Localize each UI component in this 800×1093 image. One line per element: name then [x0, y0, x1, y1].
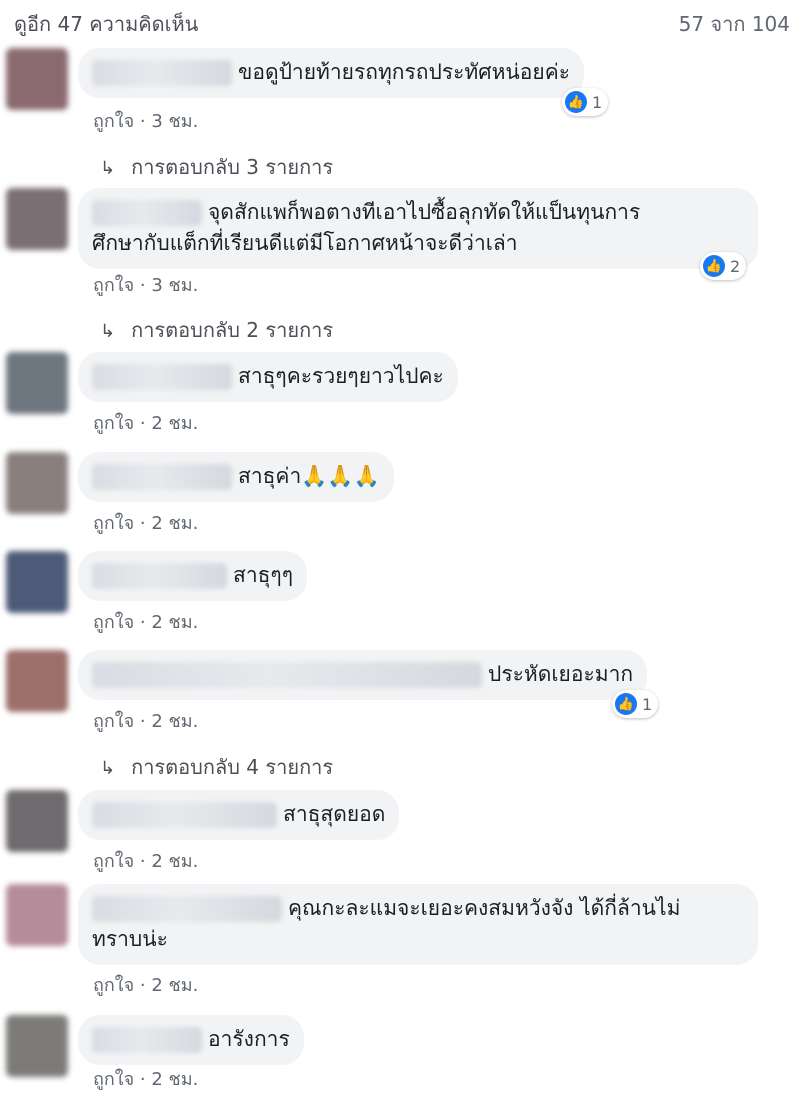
- like-thumb-icon: 👍: [615, 693, 637, 715]
- comment-text: ประหัดเยอะมาก: [488, 662, 634, 686]
- comment-bubble: ประหัดเยอะมาก: [78, 650, 648, 700]
- like-link[interactable]: ถูกใจ: [93, 513, 134, 534]
- comment-text-line1: จุดสักแพก็พอตางทีเอาไปซื้อลุกทัดให้แป็นท…: [208, 200, 641, 224]
- comment-bubble: สาธุๆคะรวยๆยาวไปคะ: [78, 352, 458, 402]
- timestamp[interactable]: 2 ชม.: [151, 1069, 198, 1090]
- timestamp[interactable]: 2 ชม.: [151, 975, 198, 996]
- comment-meta: ถูกใจ · 2 ชม.: [93, 975, 199, 996]
- avatar[interactable]: [6, 452, 68, 514]
- author-name-blurred[interactable]: [92, 802, 277, 828]
- comment-bubble: ขอดูป้ายท้ายรถทุกรถประทัศหน่อยค่ะ: [78, 48, 585, 98]
- avatar[interactable]: [6, 650, 68, 712]
- comment-text: สาธุค่า🙏🙏🙏: [238, 464, 380, 488]
- like-link[interactable]: ถูกใจ: [93, 275, 134, 296]
- comment-text: สาธุสุดยอด: [283, 802, 386, 826]
- reply-arrow-icon: ↳: [100, 758, 116, 779]
- view-more-comments-link[interactable]: ดูอีก 47 ความคิดเห็น: [14, 8, 198, 40]
- like-thumb-icon: 👍: [565, 91, 587, 113]
- comment-bubble: จุดสักแพก็พอตางทีเอาไปซื้อลุกทัดให้แป็นท…: [78, 188, 758, 269]
- author-name-blurred[interactable]: [92, 200, 202, 226]
- like-link[interactable]: ถูกใจ: [93, 612, 134, 633]
- timestamp[interactable]: 2 ชม.: [151, 711, 198, 732]
- reaction-count[interactable]: 👍 2: [700, 252, 747, 280]
- avatar[interactable]: [6, 884, 68, 946]
- comment-meta: ถูกใจ · 2 ชม.: [93, 513, 199, 534]
- comment-bubble: สาธุค่า🙏🙏🙏: [78, 452, 394, 502]
- comment-text: อารังการ: [208, 1027, 290, 1051]
- author-name-blurred[interactable]: [92, 464, 232, 490]
- avatar[interactable]: [6, 551, 68, 613]
- avatar[interactable]: [6, 188, 68, 250]
- comment-text-line1: คุณกะละแมจะเยอะคงสมหวังจัง ได้กี่ล้านไม่: [288, 896, 681, 920]
- like-link[interactable]: ถูกใจ: [93, 413, 134, 434]
- author-name-blurred[interactable]: [92, 364, 232, 390]
- reply-arrow-icon: ↳: [100, 321, 116, 342]
- timestamp[interactable]: 3 ชม.: [151, 111, 198, 132]
- comment-meta: ถูกใจ · 2 ชม.: [93, 612, 199, 633]
- like-thumb-icon: 👍: [703, 255, 725, 277]
- comment-text-line2: ศึกษากับแต็กที่เรียนดีแต่มีโอกาศหน้าจะดี…: [92, 231, 518, 255]
- comment-bubble: อารังการ: [78, 1015, 304, 1065]
- timestamp[interactable]: 2 ชม.: [151, 513, 198, 534]
- comment-bubble: สาธุสุดยอด: [78, 790, 400, 840]
- timestamp[interactable]: 2 ชม.: [151, 413, 198, 434]
- view-replies-link[interactable]: ↳ การตอบกลับ 2 รายการ: [100, 314, 333, 346]
- comment-meta: ถูกใจ · 2 ชม.: [93, 851, 199, 872]
- timestamp[interactable]: 2 ชม.: [151, 851, 198, 872]
- avatar[interactable]: [6, 352, 68, 414]
- like-link[interactable]: ถูกใจ: [93, 851, 134, 872]
- comment-meta: ถูกใจ · 2 ชม.: [93, 1069, 199, 1090]
- comment-text: ขอดูป้ายท้ายรถทุกรถประทัศหน่อยค่ะ: [238, 60, 571, 84]
- view-replies-link[interactable]: ↳ การตอบกลับ 3 รายการ: [100, 151, 333, 183]
- reaction-count[interactable]: 👍 1: [612, 690, 659, 718]
- timestamp[interactable]: 3 ชม.: [151, 275, 198, 296]
- comment-text: สาธุๆๆ: [233, 563, 293, 587]
- comment-count: 57 จาก 104: [678, 12, 790, 36]
- view-replies-link[interactable]: ↳ การตอบกลับ 4 รายการ: [100, 751, 333, 783]
- comment-meta: ถูกใจ · 2 ชม.: [93, 413, 199, 434]
- comment-meta: ถูกใจ · 2 ชม.: [93, 711, 199, 732]
- avatar[interactable]: [6, 1015, 68, 1077]
- like-link[interactable]: ถูกใจ: [93, 1069, 134, 1090]
- comment-meta: ถูกใจ · 3 ชม.: [93, 275, 199, 296]
- avatar[interactable]: [6, 790, 68, 852]
- author-name-blurred[interactable]: [92, 563, 227, 589]
- author-name-blurred[interactable]: [92, 60, 232, 86]
- timestamp[interactable]: 2 ชม.: [151, 612, 198, 633]
- reaction-count[interactable]: 👍 1: [562, 88, 609, 116]
- author-name-blurred[interactable]: [92, 896, 282, 922]
- author-name-blurred[interactable]: [92, 662, 482, 688]
- comment-bubble: คุณกะละแมจะเยอะคงสมหวังจัง ได้กี่ล้านไม่…: [78, 884, 758, 965]
- comment-bubble: สาธุๆๆ: [78, 551, 307, 601]
- comment-text-line2: ทราบน่ะ: [92, 927, 168, 951]
- author-name-blurred[interactable]: [92, 1027, 202, 1053]
- reply-arrow-icon: ↳: [100, 158, 116, 179]
- avatar[interactable]: [6, 48, 68, 110]
- like-link[interactable]: ถูกใจ: [93, 111, 134, 132]
- like-link[interactable]: ถูกใจ: [93, 975, 134, 996]
- comments-header: ดูอีก 47 ความคิดเห็น 57 จาก 104: [0, 0, 800, 40]
- like-link[interactable]: ถูกใจ: [93, 711, 134, 732]
- comment-text: สาธุๆคะรวยๆยาวไปคะ: [238, 364, 444, 388]
- comment-meta: ถูกใจ · 3 ชม.: [93, 111, 199, 132]
